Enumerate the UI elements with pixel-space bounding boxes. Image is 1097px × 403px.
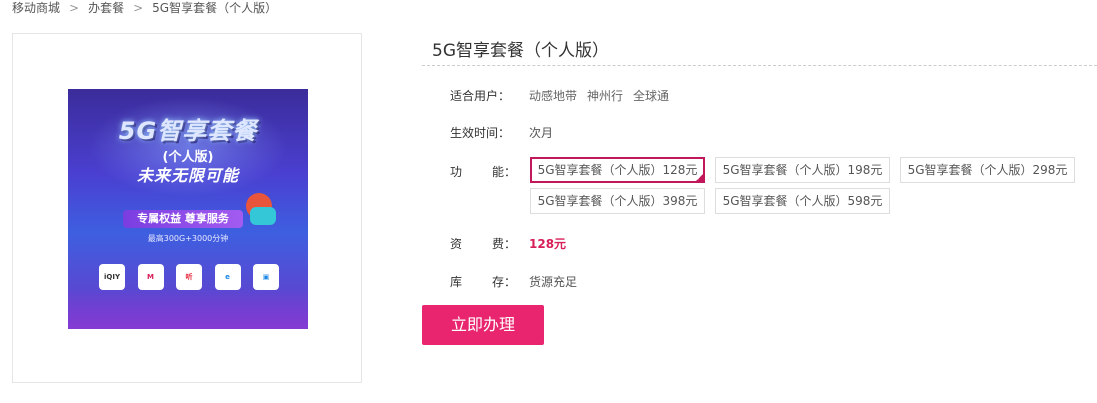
effective-value: 次月: [529, 126, 554, 140]
fee-value: 128元: [529, 237, 567, 251]
product-poster-image: 5G智享套餐 (个人版) 未来无限可能 专属权益 尊享服务 最高300G+300…: [68, 89, 308, 329]
users-label: 适合用户：: [450, 89, 511, 103]
breadcrumb-current: 5G智享套餐（个人版）: [152, 1, 278, 15]
stock-value: 货源充足: [529, 275, 578, 289]
poster-note: 最高300G+3000分钟: [147, 234, 229, 243]
breadcrumb-separator: >: [69, 1, 80, 15]
plan-option-128[interactable]: 5G智享套餐（个人版）128元 ✓: [530, 157, 705, 183]
breadcrumb: 移动商城 > 办套餐 >5G智享套餐（个人版）: [12, 0, 277, 16]
user-tag: 神州行: [587, 89, 624, 103]
fee-label-left: 资: [450, 237, 463, 251]
function-label-left: 功: [450, 165, 463, 179]
migu-icon: M: [137, 264, 164, 290]
apply-now-button[interactable]: 立即办理: [422, 305, 544, 345]
poster-slogan: 未来无限可能: [136, 166, 239, 185]
poster-title: 5G智享套餐: [118, 117, 258, 145]
listen-icon: 听: [176, 264, 202, 290]
title-divider: [422, 65, 1097, 66]
breadcrumb-separator: >: [133, 1, 144, 15]
poster-app-icons: iQIY M 听 e ▣: [99, 264, 279, 290]
mascot-base-icon: [250, 207, 276, 225]
iqiyi-icon: iQIY: [99, 264, 125, 290]
poster-floor: [68, 289, 308, 329]
poster-band: 专属权益 尊享服务: [123, 210, 243, 228]
stock-label-left: 库: [450, 275, 463, 289]
user-tag: 动感地带: [529, 89, 578, 103]
plan-option-598[interactable]: 5G智享套餐（个人版）598元: [715, 188, 890, 214]
fee-label-right: 费：: [492, 237, 517, 251]
plan-option-label: 5G智享套餐（个人版）198元: [722, 163, 883, 177]
user-tag: 全球通: [633, 89, 670, 103]
product-image-frame: 5G智享套餐 (个人版) 未来无限可能 专属权益 尊享服务 最高300G+300…: [12, 33, 362, 383]
users-tags: 动感地带 神州行 全球通: [529, 87, 679, 104]
function-label-right: 能：: [492, 165, 517, 179]
plan-option-198[interactable]: 5G智享套餐（个人版）198元: [715, 157, 890, 183]
stock-label-right: 存：: [492, 275, 517, 289]
product-title: 5G智享套餐（个人版）: [432, 41, 609, 61]
app-icon: ▣: [253, 264, 279, 290]
eleme-icon: e: [214, 264, 241, 290]
plan-option-398[interactable]: 5G智享套餐（个人版）398元: [530, 188, 705, 214]
breadcrumb-link-plans[interactable]: 办套餐: [88, 0, 124, 16]
effective-label: 生效时间：: [450, 126, 511, 140]
breadcrumb-link-mall[interactable]: 移动商城: [12, 0, 60, 16]
plan-option-label: 5G智享套餐（个人版）598元: [722, 194, 883, 208]
check-icon: ✓: [696, 174, 702, 182]
plan-option-label: 5G智享套餐（个人版）128元: [537, 163, 698, 177]
plan-option-298[interactable]: 5G智享套餐（个人版）298元: [900, 157, 1075, 183]
plan-option-label: 5G智享套餐（个人版）398元: [537, 194, 698, 208]
plan-option-label: 5G智享套餐（个人版）298元: [907, 163, 1068, 177]
